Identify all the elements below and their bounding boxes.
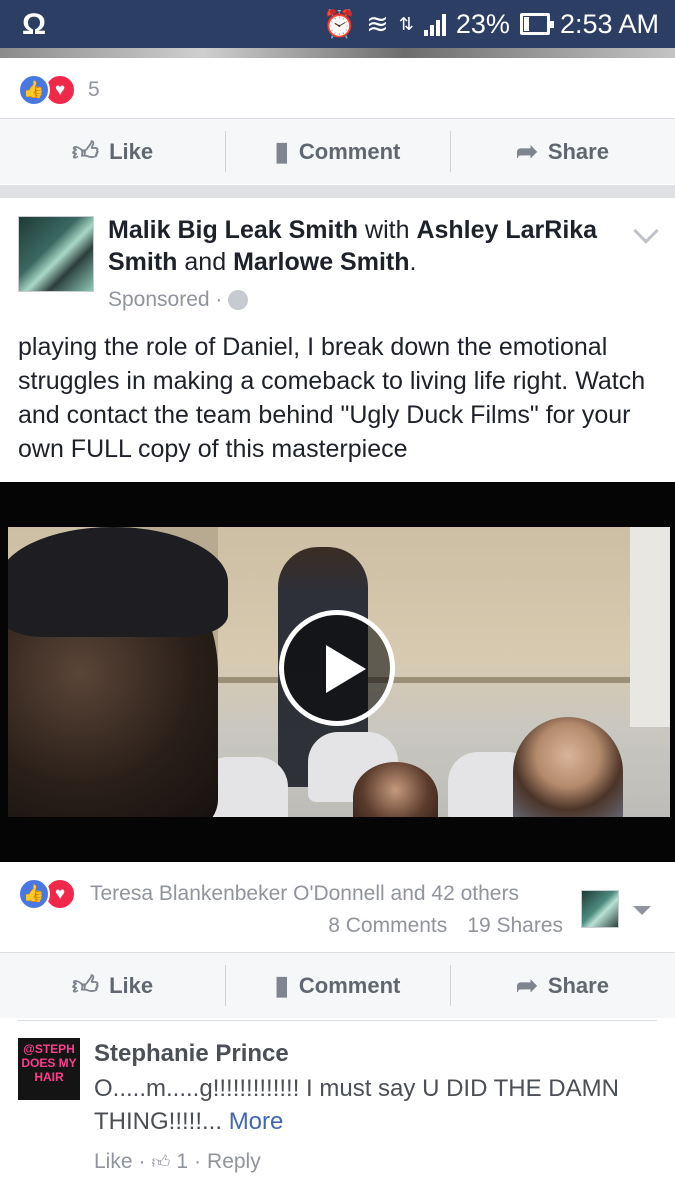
thumbs-up-icon: 👍︎ — [71, 970, 100, 1000]
alarm-icon: ⏰ — [322, 9, 357, 39]
caret-down-icon[interactable] — [633, 906, 651, 915]
see-more-link[interactable]: More — [229, 1108, 284, 1135]
reaction-count: 5 — [88, 78, 100, 101]
thumbs-up-outline-icon: 👍︎ — [151, 1152, 171, 1172]
share-arrow-icon: ➦ — [516, 136, 538, 166]
with-word: with — [365, 216, 410, 244]
status-icons: ⏰ ≋ ⇅ 23% 2:53 AM — [323, 6, 659, 42]
signal-icon — [423, 12, 446, 36]
and-word: and — [184, 248, 227, 276]
shares-count[interactable]: 19 Shares — [467, 914, 563, 938]
share-button[interactable]: ➦ Share — [450, 953, 675, 1018]
separator: · — [138, 1150, 146, 1173]
post-text: playing the role of Daniel, I break down… — [18, 333, 646, 463]
action-bar: 👍︎ Like ▮ Comment ➦ Share — [0, 118, 675, 184]
comments-count[interactable]: 8 Comments — [328, 914, 447, 938]
post-options-chevron-icon[interactable] — [633, 218, 659, 244]
author-avatar[interactable] — [18, 216, 94, 292]
share-label: Share — [547, 138, 609, 164]
comment-like-link[interactable]: Like — [94, 1150, 133, 1174]
battery-percent: 23% — [455, 8, 510, 39]
comment-body: O.....m.....g!!!!!!!!!!!!! I must say U … — [94, 1075, 619, 1135]
separator: · — [194, 1150, 202, 1173]
viewer-avatar[interactable] — [581, 890, 619, 928]
period: . — [409, 248, 417, 276]
divider — [18, 1020, 657, 1021]
commenter-name[interactable]: Stephanie Prince — [94, 1040, 289, 1068]
clock: 2:53 AM — [559, 8, 659, 39]
video-player[interactable] — [0, 482, 675, 862]
sponsored-post: Malik Big Leak Smith with Ashley LarRika… — [0, 198, 675, 1200]
reply-link[interactable]: Reply — [207, 1150, 261, 1174]
like-reaction-icon: 👍 — [18, 74, 50, 106]
share-label: Share — [547, 972, 609, 998]
status-bar: Ω ⏰ ≋ ⇅ 23% 2:53 AM — [0, 0, 675, 48]
commenter-avatar[interactable]: @STEPH DOES MY HAIR — [18, 1038, 80, 1100]
comment-text: O.....m.....g!!!!!!!!!!!!! I must say U … — [94, 1072, 654, 1138]
tagged-person-2[interactable]: Marlowe Smith — [233, 248, 409, 276]
like-label: Like — [109, 138, 154, 164]
reactions-summary[interactable]: 👍 ♥ 5 — [18, 74, 100, 106]
like-button[interactable]: 👍︎ Like — [0, 953, 225, 1018]
share-button[interactable]: ➦ Share — [450, 119, 675, 184]
post-reactions-summary[interactable]: 👍 ♥ — [18, 878, 76, 910]
like-button[interactable]: 👍︎ Like — [0, 119, 225, 184]
author-name[interactable]: Malik Big Leak Smith — [108, 216, 358, 244]
post-action-bar: 👍︎ Like ▮ Comment ➦ Share — [0, 952, 675, 1018]
comment-bubble-icon: ▮ — [274, 970, 289, 1000]
previous-post-footer: 👍 ♥ 5 👍︎ Like ▮ Comment ➦ Share — [0, 58, 675, 185]
data-transfer-icon: ⇅ — [398, 13, 414, 34]
engagement-counts: 8 Comments 19 Shares — [328, 914, 563, 938]
previous-post-photo[interactable] — [0, 48, 675, 58]
comment-meta: Like · 👍︎ 1 · Reply — [94, 1150, 261, 1174]
comment-bubble-icon: ▮ — [274, 136, 289, 166]
globe-icon — [228, 290, 249, 310]
notification-icon: Ω — [22, 8, 47, 41]
post-author-line: Malik Big Leak Smith with Ashley LarRika… — [108, 214, 618, 278]
comment-label: Comment — [298, 138, 401, 164]
like-label: Like — [109, 972, 154, 998]
wifi-icon: ≋ — [366, 8, 389, 39]
like-reaction-icon: 👍 — [18, 878, 50, 910]
comment-label: Comment — [298, 972, 401, 998]
comment-button[interactable]: ▮ Comment — [225, 953, 450, 1018]
sponsored-label: Sponsored · — [108, 288, 249, 312]
play-icon[interactable] — [279, 610, 395, 726]
comment-button[interactable]: ▮ Comment — [225, 119, 450, 184]
comment-like-count: 1 — [176, 1150, 189, 1173]
share-arrow-icon: ➦ — [516, 970, 538, 1000]
reactors-names[interactable]: Teresa Blankenbeker O'Donnell and 42 oth… — [90, 882, 519, 906]
battery-icon — [519, 13, 554, 35]
thumbs-up-icon: 👍︎ — [71, 136, 100, 166]
sponsored-text: Sponsored · — [108, 288, 223, 311]
